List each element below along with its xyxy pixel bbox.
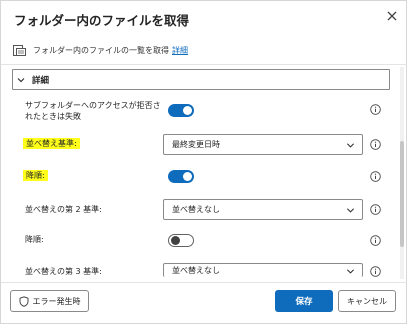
details-section-header[interactable]: 詳細: [12, 69, 390, 90]
description-text: フォルダー内のファイルの一覧を取得: [33, 45, 169, 55]
tertiary-sort-label: 並べ替えの第 3 基準:: [25, 267, 102, 276]
info-icon[interactable]: [370, 104, 381, 115]
details-link[interactable]: 詳細: [172, 45, 188, 56]
sort-by-value: 最終変更日時: [172, 140, 220, 149]
fail-on-access-denied-label: サブフォルダーへのアクセスが拒否されたときは失敗: [25, 101, 161, 121]
secondary-sort-select[interactable]: 並べ替えなし: [163, 199, 363, 220]
footer-divider: [1, 282, 407, 283]
info-icon[interactable]: [370, 235, 381, 246]
info-icon[interactable]: [370, 204, 381, 215]
shield-icon: [19, 295, 28, 307]
save-button[interactable]: 保存: [275, 290, 333, 312]
action-description: フォルダー内のファイルの一覧を取得 詳細: [13, 43, 188, 57]
chevron-down-icon: [346, 143, 355, 148]
secondary-sort-value: 並べ替えなし: [172, 205, 220, 214]
close-icon: [387, 11, 397, 21]
dialog-title: フォルダー内のファイルを取得: [14, 13, 190, 28]
on-error-button[interactable]: エラー発生時: [10, 290, 89, 312]
secondary-descending-label: 降順:: [25, 235, 44, 244]
sort-by-select[interactable]: 最終変更日時: [163, 134, 363, 155]
tertiary-sort-select[interactable]: 並べ替えなし: [163, 263, 363, 277]
section-label: 詳細: [32, 75, 50, 86]
on-error-label: エラー発生時: [32, 296, 81, 306]
info-icon[interactable]: [370, 139, 381, 150]
close-button[interactable]: [385, 10, 399, 24]
cancel-button[interactable]: キャンセル: [338, 290, 396, 312]
descending-toggle[interactable]: [168, 170, 194, 183]
info-icon[interactable]: [370, 171, 381, 182]
tertiary-sort-value: 並べ替えなし: [172, 266, 220, 275]
secondary-descending-toggle[interactable]: [168, 234, 194, 247]
header-divider: [1, 64, 407, 65]
info-icon[interactable]: [370, 266, 381, 277]
folder-list-icon: [13, 44, 26, 56]
scrollbar-thumb[interactable]: [400, 141, 404, 247]
sort-by-label: 並べ替え基準:: [23, 138, 80, 149]
chevron-down-icon: [346, 208, 355, 213]
chevron-down-icon: [346, 269, 355, 274]
descending-label: 降順:: [23, 170, 48, 181]
descending-label-text: 降順:: [23, 170, 48, 181]
secondary-sort-label: 並べ替えの第 2 基準:: [25, 205, 102, 214]
sort-by-label-text: 並べ替え基準:: [23, 138, 80, 149]
chevron-down-icon: [17, 77, 25, 82]
fail-on-access-denied-toggle[interactable]: [168, 104, 194, 117]
get-files-in-folder-dialog: フォルダー内のファイルを取得 フォルダー内のファイルの一覧を取得 詳細 詳細 サ…: [0, 0, 407, 324]
